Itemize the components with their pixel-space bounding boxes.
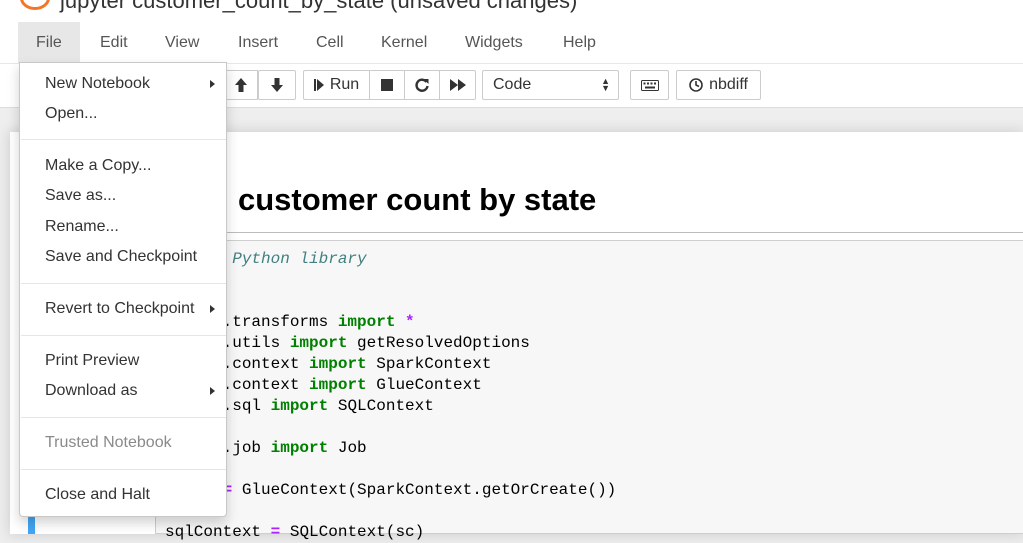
code-token: import (337, 313, 396, 331)
submenu-caret-icon (210, 80, 215, 88)
code-token: * (405, 313, 415, 331)
interrupt-kernel-button[interactable] (370, 70, 405, 100)
menu-divider (21, 283, 226, 284)
header-strip: jupyter customer_count_by_state (unsaved… (0, 0, 1023, 22)
menu-item-label: Revert to Checkpoint (45, 300, 195, 317)
menu-edit[interactable]: Edit (82, 22, 146, 63)
stop-icon (381, 79, 393, 91)
restart-run-all-button[interactable] (440, 70, 476, 100)
menu-item-close-and-halt[interactable]: Close and Halt (20, 482, 226, 508)
arrow-down-icon (271, 78, 283, 92)
code-token: Job (328, 439, 367, 457)
menu-item-open[interactable]: Open... (20, 101, 226, 127)
run-label: Run (329, 76, 360, 93)
menu-file[interactable]: File (18, 22, 80, 63)
restart-icon (415, 78, 429, 92)
move-cell-up-button[interactable] (224, 70, 258, 100)
move-cell-down-button[interactable] (258, 70, 296, 100)
code-line: sqlContext = SQLContext(sc) (165, 522, 424, 543)
submenu-caret-icon (210, 305, 215, 313)
menu-item-new-notebook[interactable]: New Notebook (20, 71, 226, 97)
code-token: GlueContext (366, 376, 482, 394)
menu-divider (21, 139, 226, 140)
menu-divider (21, 417, 226, 418)
menu-item-label: New Notebook (45, 75, 150, 92)
submenu-caret-icon (210, 387, 215, 395)
menu-kernel[interactable]: Kernel (363, 22, 445, 63)
code-token: import (309, 355, 367, 373)
cell-type-select[interactable]: Code ▲ ▼ (482, 70, 619, 100)
menu-item-label: Rename... (45, 218, 119, 235)
menu-item-label: Open... (45, 105, 98, 122)
code-line: ntext = GlueContext(SparkContext.getOrCr… (165, 480, 616, 501)
menu-item-label: Close and Halt (45, 486, 150, 503)
code-token: SQLContext(sc) (280, 523, 425, 541)
select-arrows-icon: ▲ ▼ (601, 76, 610, 93)
menu-item-print-preview[interactable]: Print Preview (20, 348, 226, 374)
jupyter-logo-icon[interactable] (20, 0, 50, 10)
code-token: import (270, 397, 329, 415)
command-palette-button[interactable] (630, 70, 669, 100)
menu-item-rename[interactable]: Rename... (20, 214, 226, 240)
code-cell-input[interactable]: orting Python library syswsglue.transfor… (155, 240, 1023, 541)
code-token: SparkContext (366, 355, 492, 373)
run-button[interactable]: Run (303, 70, 370, 100)
code-token: = (270, 523, 281, 541)
step-forward-icon (313, 79, 324, 91)
code-token: SQLContext (328, 397, 434, 415)
code-token: import (309, 376, 367, 394)
code-token: import (289, 334, 348, 352)
code-token: GlueContext(SparkContext.getOrCreate()) (232, 481, 617, 499)
menubar: File Edit View Insert Cell Kernel Widget… (0, 22, 1023, 64)
cell-type-value: Code (493, 76, 532, 93)
menu-item-label: Save and Checkpoint (45, 248, 198, 265)
notebook-title[interactable]: jupyter customer_count_by_state (unsaved… (60, 0, 577, 14)
nbdiff-label: nbdiff (709, 76, 748, 93)
file-menu-dropdown: New Notebook Open... Make a Copy... Save as… (19, 62, 227, 517)
menu-cell[interactable]: Cell (298, 22, 362, 63)
restart-kernel-button[interactable] (405, 70, 440, 100)
fast-forward-icon (449, 79, 466, 91)
menu-help[interactable]: Help (545, 22, 614, 63)
keyboard-icon (640, 79, 659, 91)
menu-item-save-as[interactable]: Save as... (20, 183, 226, 209)
heading-divider (155, 232, 1023, 233)
clock-icon (689, 78, 703, 92)
code-token: sqlContext (165, 523, 271, 541)
menu-item-trusted-notebook: Trusted Notebook (20, 430, 226, 456)
menu-item-label: Save as... (45, 187, 117, 204)
menu-item-make-copy[interactable]: Make a Copy... (20, 153, 226, 179)
arrow-up-icon (234, 78, 247, 92)
code-token: getResolvedOptions (347, 334, 530, 352)
menu-insert[interactable]: Insert (220, 22, 296, 63)
menu-item-revert-checkpoint[interactable]: Revert to Checkpoint (20, 296, 226, 322)
nbdiff-button[interactable]: nbdiff (676, 70, 761, 100)
menu-item-label: Download as (45, 382, 138, 399)
menu-item-download-as[interactable]: Download as (20, 378, 226, 404)
markdown-heading[interactable]: customer count by state (238, 182, 596, 218)
menu-divider (21, 469, 226, 470)
menu-item-label: Print Preview (45, 352, 140, 369)
menu-divider (21, 335, 226, 336)
menu-widgets[interactable]: Widgets (447, 22, 541, 63)
menu-view[interactable]: View (147, 22, 217, 63)
menu-item-save-checkpoint[interactable]: Save and Checkpoint (20, 244, 226, 270)
code-token: import (270, 439, 329, 457)
menu-item-label: Make a Copy... (45, 157, 152, 174)
menu-item-label: Trusted Notebook (45, 434, 172, 451)
